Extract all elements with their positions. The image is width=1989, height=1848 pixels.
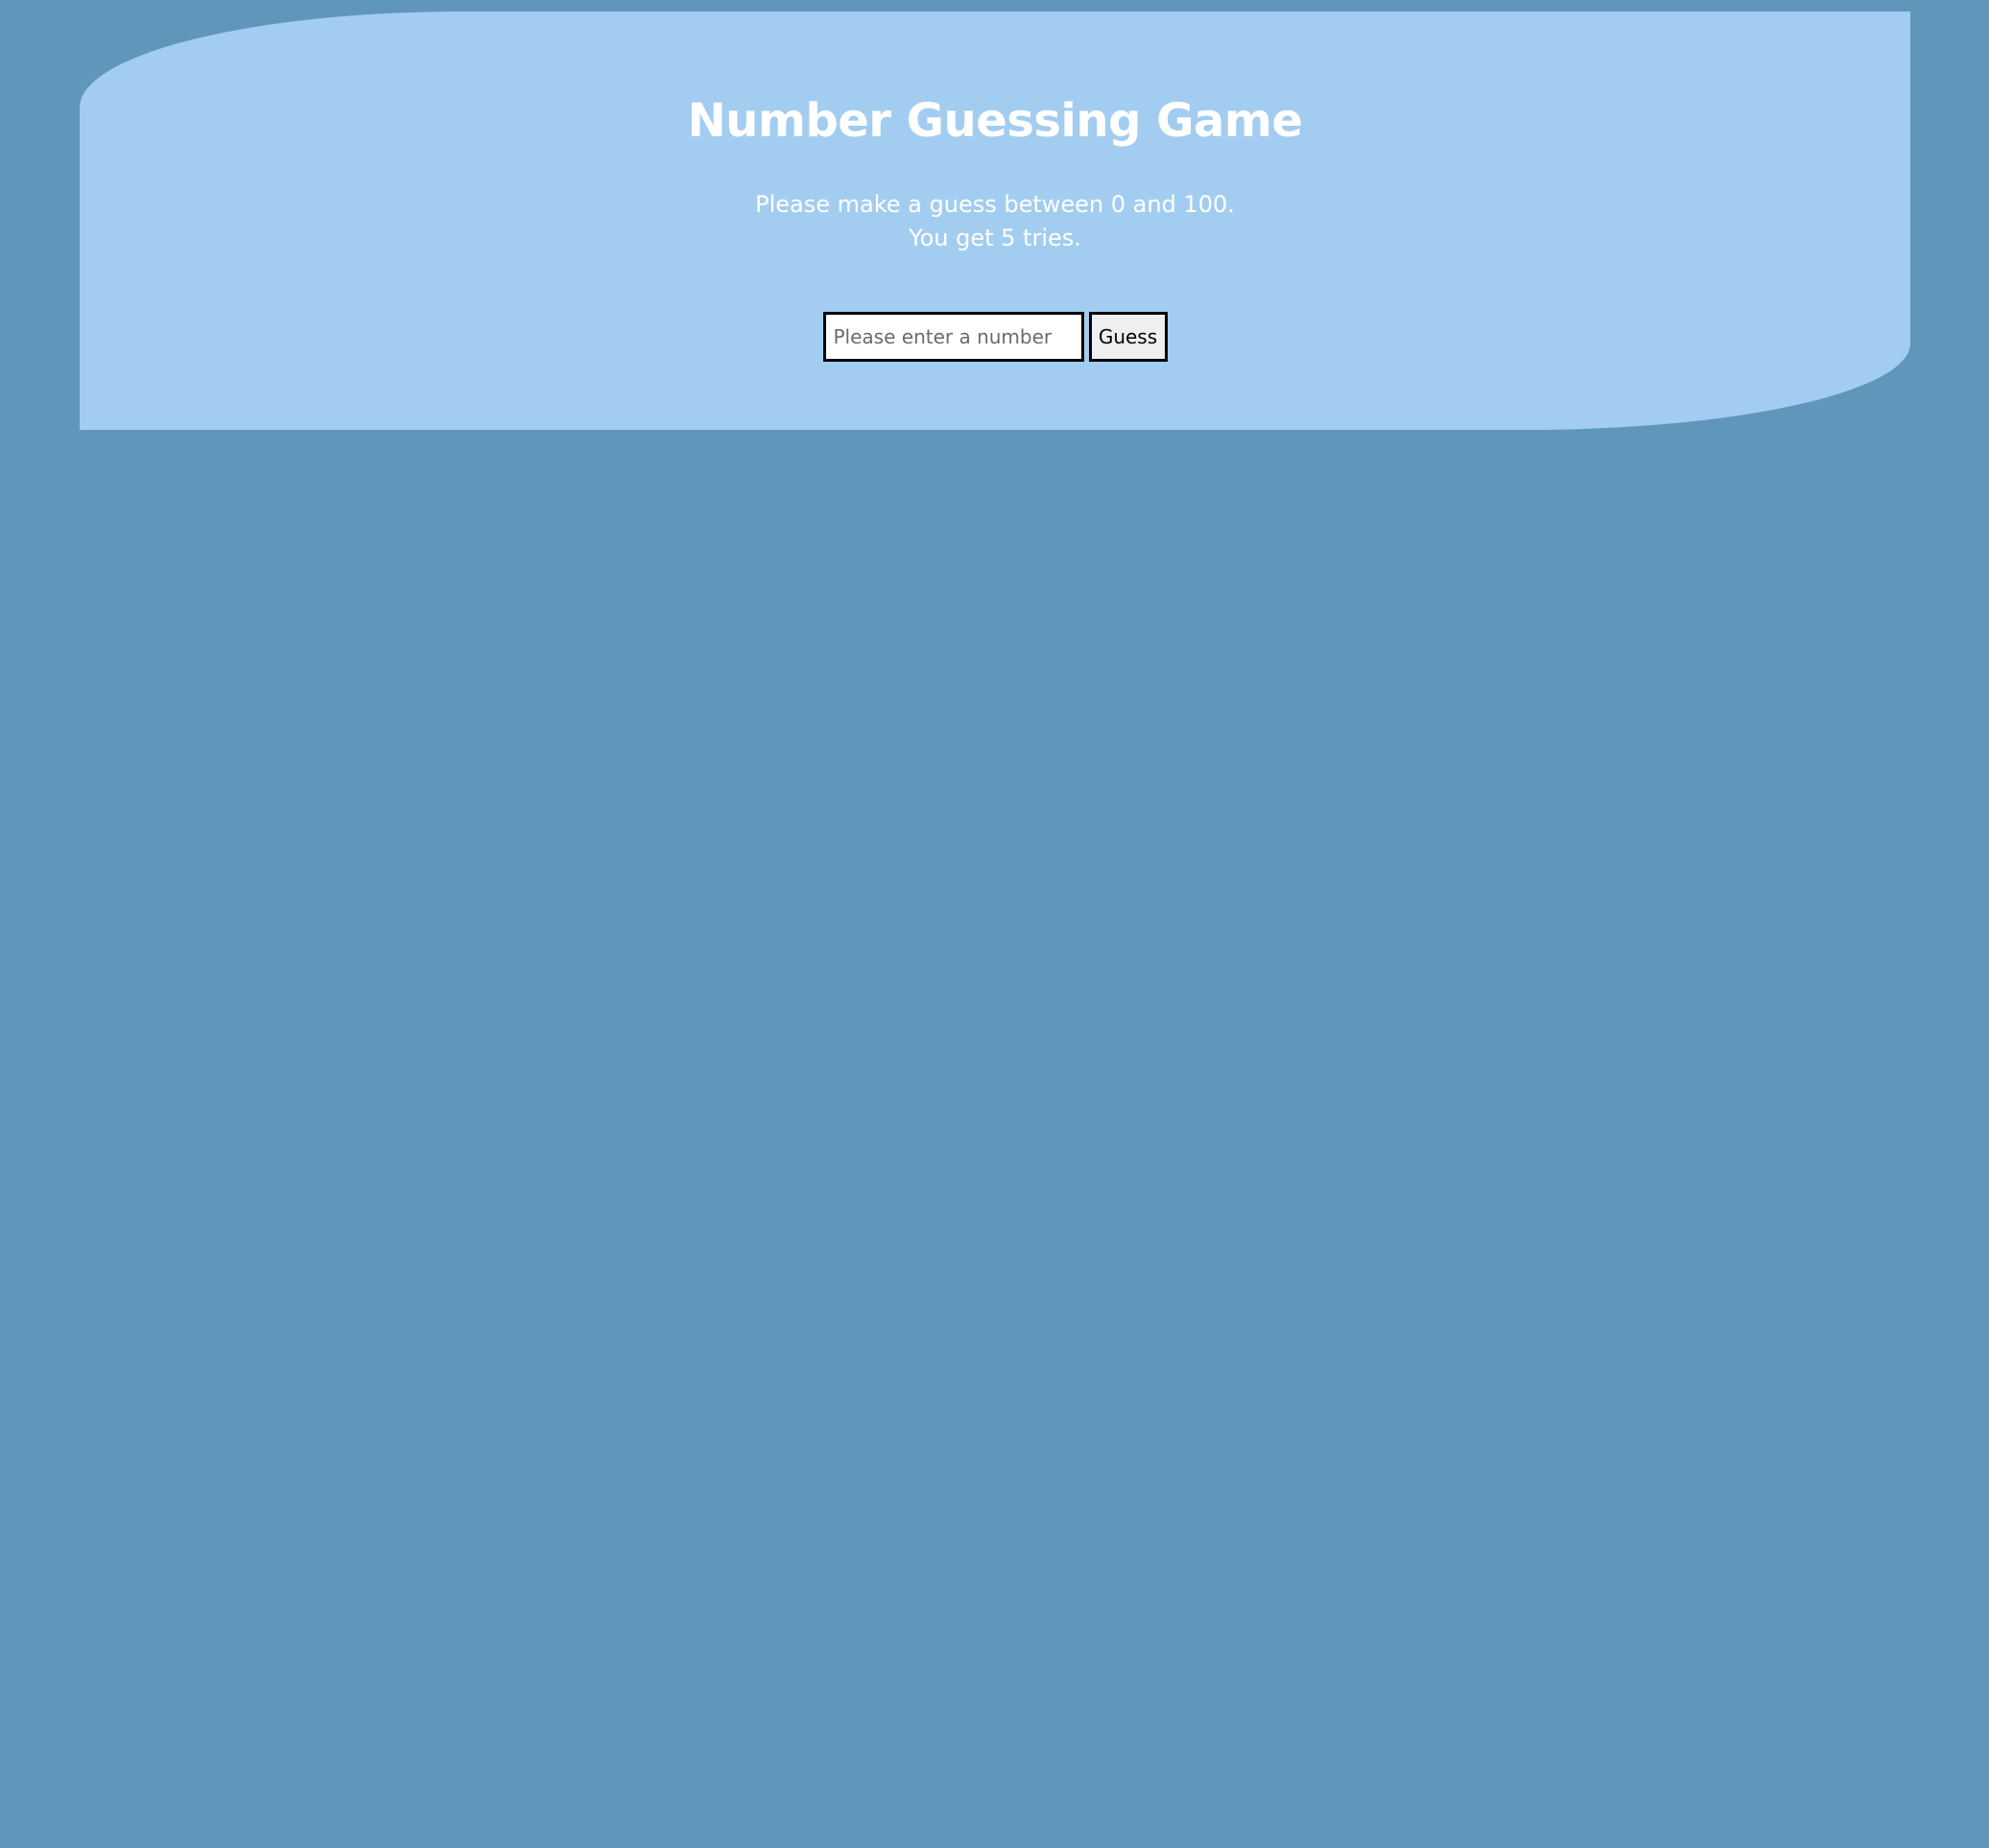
guess-input[interactable] [822, 312, 1084, 362]
instructions-tries: You get 5 tries. [909, 225, 1081, 251]
guess-form: Guess [80, 312, 1910, 362]
page-title: Number Guessing Game [687, 94, 1303, 148]
guess-button[interactable]: Guess [1088, 312, 1168, 362]
game-panel: Number Guessing Game Please make a guess… [80, 12, 1910, 430]
instructions: Please make a guess between 0 and 100. Y… [80, 188, 1910, 255]
instructions-range: Please make a guess between 0 and 100. [755, 191, 1235, 218]
